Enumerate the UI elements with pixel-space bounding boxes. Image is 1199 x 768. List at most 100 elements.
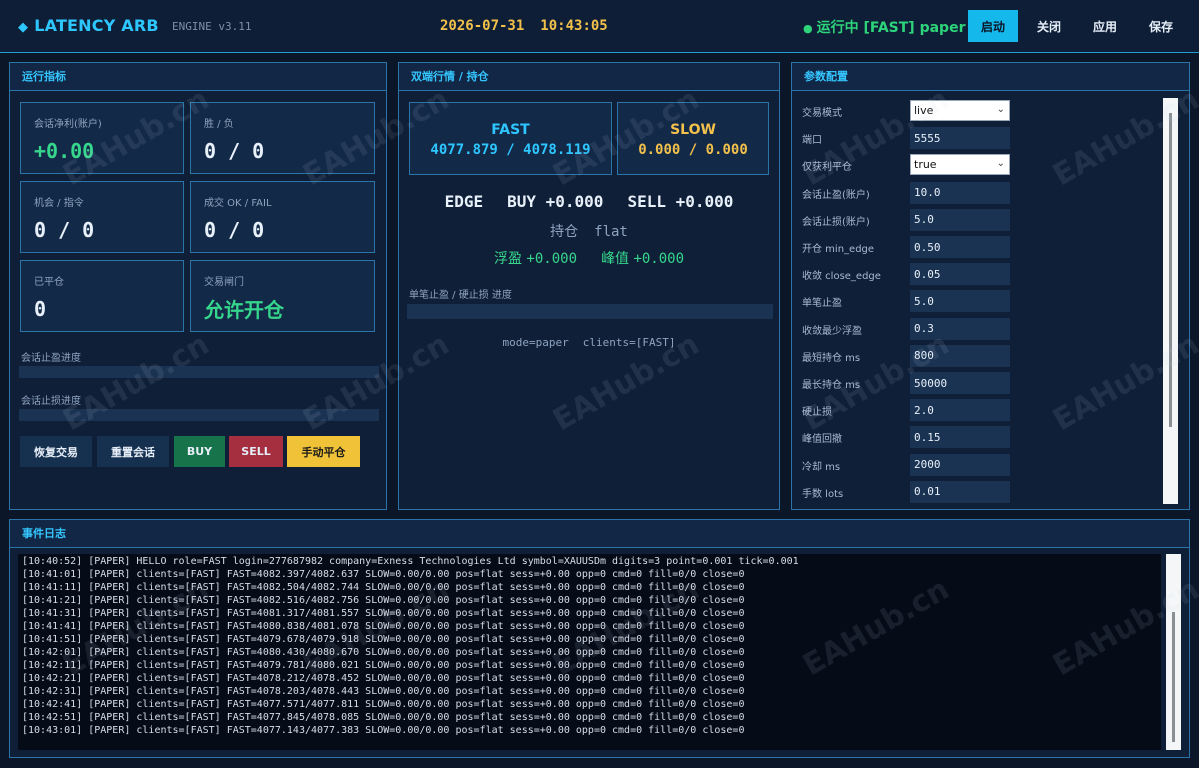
param-value: 5555 — [914, 131, 941, 145]
param-label: 最短持仓 ms — [802, 352, 861, 364]
params-scrollbar[interactable] — [1163, 98, 1178, 504]
run-status: ● 运行中 [FAST] paper — [803, 17, 965, 37]
fast-quote-box: FAST 4077.879 / 4078.119 — [409, 102, 612, 175]
event-log-title: 事件日志 — [10, 520, 1189, 548]
param-input[interactable]: 0.15 — [910, 426, 1010, 449]
log-scrollbar[interactable] — [1166, 554, 1181, 750]
chevron-down-icon[interactable]: ⌄ — [997, 158, 1005, 169]
opp-cmd-value: 0 / 0 — [34, 218, 95, 242]
param-input[interactable]: 0.50 — [910, 236, 1010, 258]
clock: 2026-07-31 10:43:05 — [440, 18, 608, 34]
sell-button[interactable]: SELL — [229, 436, 283, 467]
log-line: [10:42:41] [PAPER] clients=[FAST] FAST=4… — [22, 699, 745, 710]
params-scrollbar-thumb[interactable] — [1169, 113, 1172, 427]
log-line: [10:41:01] [PAPER] clients=[FAST] FAST=4… — [22, 569, 745, 580]
resume-trading-button[interactable]: 恢复交易 — [20, 436, 92, 467]
engine-version: ENGINE v3.11 — [172, 20, 252, 33]
log-line: [10:40:52] [PAPER] HELLO role=FAST login… — [22, 556, 799, 567]
brand-label: LATENCY ARB — [34, 16, 159, 35]
param-label: 硬止损 — [802, 407, 832, 419]
chevron-down-icon[interactable]: ⌄ — [997, 104, 1005, 115]
session-tp-progress-bar — [19, 366, 379, 378]
fills-value: 0 / 0 — [204, 218, 265, 242]
param-value: 0.15 — [914, 430, 941, 444]
event-log-area[interactable]: [10:40:52] [PAPER] HELLO role=FAST login… — [18, 554, 1161, 750]
params-panel-title: 参数配置 — [792, 63, 1189, 91]
session-sl-progress-label: 会话止损进度 — [21, 396, 81, 407]
session-sl-progress-bar — [19, 409, 379, 421]
edge-label: EDGE — [444, 192, 484, 211]
edge-buy: BUY +0.000 — [507, 192, 604, 211]
param-input[interactable]: 2.0 — [910, 399, 1010, 422]
param-row: 会话止盈(账户) 10.0 — [802, 181, 1012, 204]
event-log-panel: 事件日志 [10:40:52] [PAPER] HELLO role=FAST … — [9, 519, 1190, 758]
param-value: live — [914, 104, 934, 117]
log-line: [10:42:31] [PAPER] clients=[FAST] FAST=4… — [22, 686, 745, 697]
log-line: [10:41:51] [PAPER] clients=[FAST] FAST=4… — [22, 634, 745, 645]
log-line: [10:43:01] [PAPER] clients=[FAST] FAST=4… — [22, 725, 745, 736]
param-row: 最长持仓 ms 50000 — [802, 372, 1012, 394]
param-input[interactable]: 800 — [910, 344, 1010, 367]
buy-button[interactable]: BUY — [174, 436, 225, 467]
win-loss-card: 胜 / 负 0 / 0 — [190, 102, 375, 174]
fast-quote-value: 4077.879 / 4078.119 — [430, 142, 591, 158]
params-panel: 参数配置 交易模式 live ⌄ 端口 5555 仅获利平仓 true ⌄ 会话止盈(账户) 10… — [791, 62, 1190, 510]
start-button[interactable]: 启动 — [968, 10, 1018, 42]
log-line: [10:41:41] [PAPER] clients=[FAST] FAST=4… — [22, 621, 745, 632]
floating-pnl-label: 浮盈 — [493, 251, 522, 267]
param-label: 会话止损(账户) — [802, 216, 870, 228]
log-scrollbar-thumb[interactable] — [1172, 612, 1175, 742]
slow-quote-box: SLOW 0.000 / 0.000 — [617, 102, 769, 175]
position-row: 持仓 flat — [399, 221, 779, 241]
param-label: 仅获利平仓 — [802, 162, 852, 174]
param-input[interactable]: 0.01 — [910, 480, 1010, 503]
log-line: [10:42:01] [PAPER] clients=[FAST] FAST=4… — [22, 647, 745, 658]
market-panel: 双端行情 / 持仓 FAST 4077.879 / 4078.119 SLOW … — [398, 62, 780, 510]
param-label: 单笔止盈 — [802, 298, 842, 310]
fills-label: 成交 OK / FAIL — [204, 198, 272, 209]
log-line: [10:41:31] [PAPER] clients=[FAST] FAST=4… — [22, 608, 745, 619]
peak-pnl-label: 峰值 — [601, 251, 629, 267]
param-input[interactable]: 5555 — [910, 127, 1010, 150]
param-row: 收敛最少浮盈 0.3 — [802, 317, 1012, 340]
param-value: 0.3 — [914, 322, 934, 336]
param-select[interactable]: live ⌄ — [910, 100, 1010, 121]
reset-session-button[interactable]: 重置会话 — [97, 436, 169, 467]
log-line: [10:42:21] [PAPER] clients=[FAST] FAST=4… — [22, 673, 745, 684]
param-label: 冷却 ms — [802, 461, 841, 473]
param-label: 手数 lots — [802, 488, 844, 500]
net-profit-label: 会话净利(账户) — [34, 119, 102, 130]
status-dot-icon: ● — [803, 22, 813, 35]
close-button[interactable]: 关闭 — [1028, 10, 1070, 42]
diamond-icon: ◆ — [18, 20, 29, 35]
param-input[interactable]: 0.05 — [910, 263, 1010, 286]
top-bar: ◆ LATENCY ARB ENGINE v3.11 2026-07-31 10:4… — [0, 0, 1199, 53]
mode-text: mode=paper — [502, 336, 569, 349]
param-value: 0.50 — [914, 240, 941, 254]
param-row: 单笔止盈 5.0 — [802, 290, 1012, 313]
apply-button[interactable]: 应用 — [1084, 10, 1126, 42]
opp-cmd-label: 机会 / 指令 — [34, 198, 84, 209]
trade-gate-value: 允许开仓 — [204, 298, 284, 322]
fills-card: 成交 OK / FAIL 0 / 0 — [190, 181, 375, 253]
param-value: true — [914, 158, 937, 172]
param-row: 仅获利平仓 true ⌄ — [802, 154, 1012, 176]
param-input[interactable]: 50000 — [910, 372, 1010, 394]
param-input[interactable]: 2000 — [910, 453, 1010, 476]
param-row: 开仓 min_edge 0.50 — [802, 236, 1012, 258]
param-input[interactable]: 0.3 — [910, 317, 1010, 340]
param-select[interactable]: true ⌄ — [910, 154, 1010, 176]
pnl-row: 浮盈 +0.000 峰值 +0.000 — [399, 248, 779, 268]
trade-progress-bar — [407, 304, 773, 319]
peak-pnl-value: +0.000 — [633, 251, 685, 267]
param-input[interactable]: 10.0 — [910, 181, 1010, 204]
param-input[interactable]: 5.0 — [910, 290, 1010, 313]
manual-close-button[interactable]: 手动平仓 — [287, 436, 360, 467]
param-input[interactable]: 5.0 — [910, 208, 1010, 231]
closed-card: 已平仓 0 — [20, 260, 184, 332]
save-button[interactable]: 保存 — [1140, 10, 1182, 42]
fast-quote-name: FAST — [491, 122, 530, 138]
opp-cmd-card: 机会 / 指令 0 / 0 — [20, 181, 184, 253]
trade-progress-label: 单笔止盈 / 硬止损 进度 — [409, 290, 512, 301]
param-row: 端口 5555 — [802, 127, 1012, 150]
